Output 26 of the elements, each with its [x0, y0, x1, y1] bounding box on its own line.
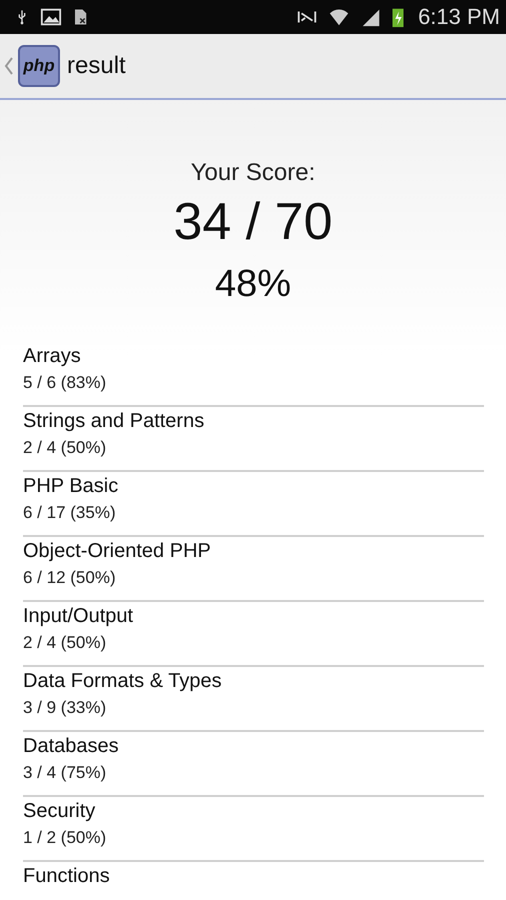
category-result: 5 / 6 (83%) [23, 372, 106, 394]
score-label: Your Score: [190, 158, 316, 188]
category-name: Input/Output [23, 604, 134, 629]
category-name: Databases [23, 734, 119, 759]
category-result: 6 / 12 (50%) [23, 567, 116, 589]
category-name: Data Formats & Types [23, 669, 222, 694]
back-icon[interactable] [4, 56, 14, 76]
category-name: Functions [23, 864, 110, 889]
category-result: 1 / 2 (50%) [23, 827, 106, 849]
category-result: 6 / 17 (35%) [23, 502, 116, 524]
score-value: 34 / 70 [173, 192, 333, 253]
score-percent: 48% [214, 262, 292, 307]
category-name: Arrays [23, 344, 81, 369]
category-result: 2 / 4 (50%) [23, 632, 106, 654]
category-name: Security [23, 799, 96, 824]
category-name: Object-Oriented PHP [23, 539, 211, 564]
category-name: Strings and Patterns [23, 409, 204, 434]
category-result: 2 / 4 (50%) [23, 437, 106, 459]
category-name: PHP Basic [23, 474, 118, 499]
image-icon [40, 6, 62, 28]
app-logo[interactable]: php [18, 45, 60, 87]
status-time: 6:13 PM [418, 4, 500, 30]
battery-icon [392, 6, 404, 28]
category-result: 3 / 4 (75%) [23, 762, 106, 784]
screen-title: result [67, 52, 126, 80]
category-result: 3 / 9 (33%) [23, 697, 106, 719]
